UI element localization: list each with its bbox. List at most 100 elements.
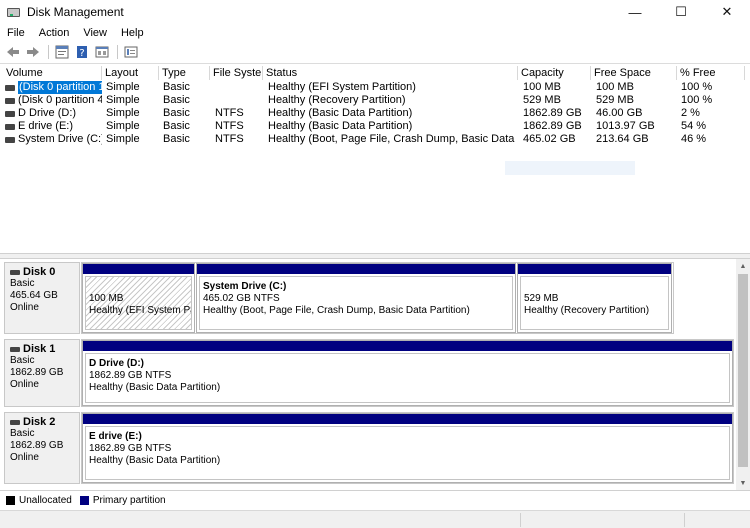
window-controls: — ☐ ✕ [612, 0, 750, 24]
column-header-capacity[interactable]: Capacity [518, 66, 591, 80]
partition-details: D Drive (D:) 1862.89 GB NTFS Healthy (Ba… [85, 353, 730, 403]
title-bar: Disk Management — ☐ ✕ [0, 0, 750, 24]
menu-action[interactable]: Action [32, 27, 77, 39]
partition-status: Healthy (Recovery Partition) [524, 305, 650, 316]
volume-percent-free: 54 % [681, 120, 707, 132]
volume-row[interactable]: E drive (E:) Simple Basic NTFS Healthy (… [0, 120, 745, 133]
chevron-up-icon: ▲ [739, 262, 747, 270]
back-arrow-icon [7, 46, 19, 57]
column-header-volume[interactable]: Volume [3, 66, 102, 80]
volume-status: Healthy (Basic Data Partition) [268, 107, 413, 119]
disk-size: 465.64 GB [10, 290, 58, 301]
disk-name: Disk 0 [23, 266, 56, 278]
disk-info-panel[interactable]: Disk 0 Basic 465.64 GB Online [4, 262, 80, 334]
volume-icon [5, 110, 15, 117]
volume-percent-free: 100 % [681, 94, 713, 106]
toolbar-separator [117, 44, 118, 59]
disk-pane-scrollbar[interactable]: ▲ ▼ [736, 259, 750, 490]
column-header-status[interactable]: Status [263, 66, 518, 80]
legend: Unallocated Primary partition [0, 490, 750, 510]
volume-row[interactable]: System Drive (C:) Simple Basic NTFS Heal… [0, 133, 745, 146]
partition-bar [83, 341, 732, 351]
column-header-percent-free[interactable]: % Free [677, 66, 745, 80]
volume-capacity: 1862.89 GB [523, 120, 582, 132]
volume-file-system: NTFS [215, 120, 244, 132]
partition-block[interactable]: E drive (E:) 1862.89 GB NTFS Healthy (Ba… [82, 413, 733, 483]
partition-block[interactable]: D Drive (D:) 1862.89 GB NTFS Healthy (Ba… [82, 340, 733, 406]
volume-status: Healthy (Boot, Page File, Crash Dump, Ba… [268, 133, 518, 145]
menu-file[interactable]: File [0, 27, 32, 39]
volume-icon [5, 123, 15, 130]
volume-type: Basic [163, 94, 190, 106]
partition-block[interactable]: 529 MB Healthy (Recovery Partition) [517, 263, 672, 333]
forward-button[interactable] [24, 44, 42, 60]
volume-icon [5, 97, 15, 104]
partition-size: 465.02 GB NTFS [203, 293, 280, 304]
partition-label: E drive (E:) [89, 431, 142, 442]
partition-label: D Drive (D:) [89, 358, 145, 369]
disk-row: Disk 2 Basic 1862.89 GB Online E drive (… [0, 412, 736, 484]
disk-info-panel[interactable]: Disk 2 Basic 1862.89 GB Online [4, 412, 80, 484]
back-button[interactable] [4, 44, 22, 60]
scrollbar-thumb[interactable] [738, 274, 748, 467]
show-hide-pane-icon [95, 46, 109, 57]
disk-name: Disk 2 [23, 416, 56, 428]
volume-percent-free: 46 % [681, 133, 707, 145]
minimize-button[interactable]: — [612, 0, 658, 24]
volume-status: Healthy (Recovery Partition) [268, 94, 406, 106]
properties-button[interactable] [53, 44, 71, 60]
partition-block[interactable]: System Drive (C:) 465.02 GB NTFS Healthy… [196, 263, 516, 333]
console-tree-icon [124, 46, 138, 57]
partition-block[interactable]: 100 MB Healthy (EFI System Partiti [82, 263, 195, 333]
volume-capacity: 529 MB [523, 94, 561, 106]
volume-layout: Simple [106, 94, 140, 106]
disk-size: 1862.89 GB [10, 367, 64, 378]
volume-type: Basic [163, 81, 190, 93]
volume-status: Healthy (Basic Data Partition) [268, 120, 413, 132]
volume-free-space: 1013.97 GB [596, 120, 655, 132]
volume-status: Healthy (EFI System Partition) [268, 81, 416, 93]
partition-details: System Drive (C:) 465.02 GB NTFS Healthy… [199, 276, 513, 330]
disk-type: Basic [10, 355, 35, 366]
disk-state: Online [10, 452, 39, 463]
partition-size: 1862.89 GB NTFS [89, 443, 172, 454]
disk-icon [10, 419, 20, 425]
column-header-type[interactable]: Type [159, 66, 210, 80]
disk-info-panel[interactable]: Disk 1 Basic 1862.89 GB Online [4, 339, 80, 407]
disk-name: Disk 1 [23, 343, 56, 355]
partition-size: 1862.89 GB NTFS [89, 370, 172, 381]
partition-size: 529 MB [524, 293, 559, 304]
svg-text:?: ? [79, 48, 84, 59]
console-tree-button[interactable] [122, 44, 140, 60]
column-header-free-space[interactable]: Free Space [591, 66, 677, 80]
partition-status: Healthy (Basic Data Partition) [89, 382, 221, 393]
volume-row[interactable]: D Drive (D:) Simple Basic NTFS Healthy (… [0, 107, 745, 120]
menu-help[interactable]: Help [114, 27, 151, 39]
partition-status: Healthy (Boot, Page File, Crash Dump, Ba… [203, 305, 470, 316]
partition-bar [197, 264, 515, 274]
partition-label [524, 281, 668, 293]
column-header-layout[interactable]: Layout [102, 66, 159, 80]
volume-layout: Simple [106, 81, 140, 93]
volume-name: (Disk 0 partition 4) [18, 94, 102, 106]
volume-name: D Drive (D:) [18, 107, 77, 119]
scroll-down-button[interactable]: ▼ [736, 476, 750, 490]
show-hide-pane-button[interactable] [93, 44, 111, 60]
volume-file-system [215, 81, 263, 94]
help-button[interactable]: ? [73, 44, 91, 60]
column-header-file-system[interactable]: File Syste... [210, 66, 263, 80]
forward-arrow-icon [27, 46, 39, 57]
maximize-button[interactable]: ☐ [658, 0, 704, 24]
disk-type: Basic [10, 428, 35, 439]
scroll-up-button[interactable]: ▲ [736, 259, 750, 273]
minimize-icon: — [628, 4, 642, 20]
legend-unallocated: Unallocated [19, 495, 72, 506]
unallocated-swatch [6, 496, 15, 505]
close-button[interactable]: ✕ [704, 0, 750, 24]
volume-list[interactable]: Volume Layout Type File Syste... Status … [0, 63, 750, 253]
disk-graphical-pane: Disk 0 Basic 465.64 GB Online 100 MB Hea… [0, 259, 736, 490]
menu-view[interactable]: View [76, 27, 114, 39]
volume-row[interactable]: (Disk 0 partition 4) Simple Basic Health… [0, 94, 745, 107]
status-bar [0, 510, 750, 528]
volume-row[interactable]: (Disk 0 partition 1) Simple Basic Health… [0, 81, 745, 94]
